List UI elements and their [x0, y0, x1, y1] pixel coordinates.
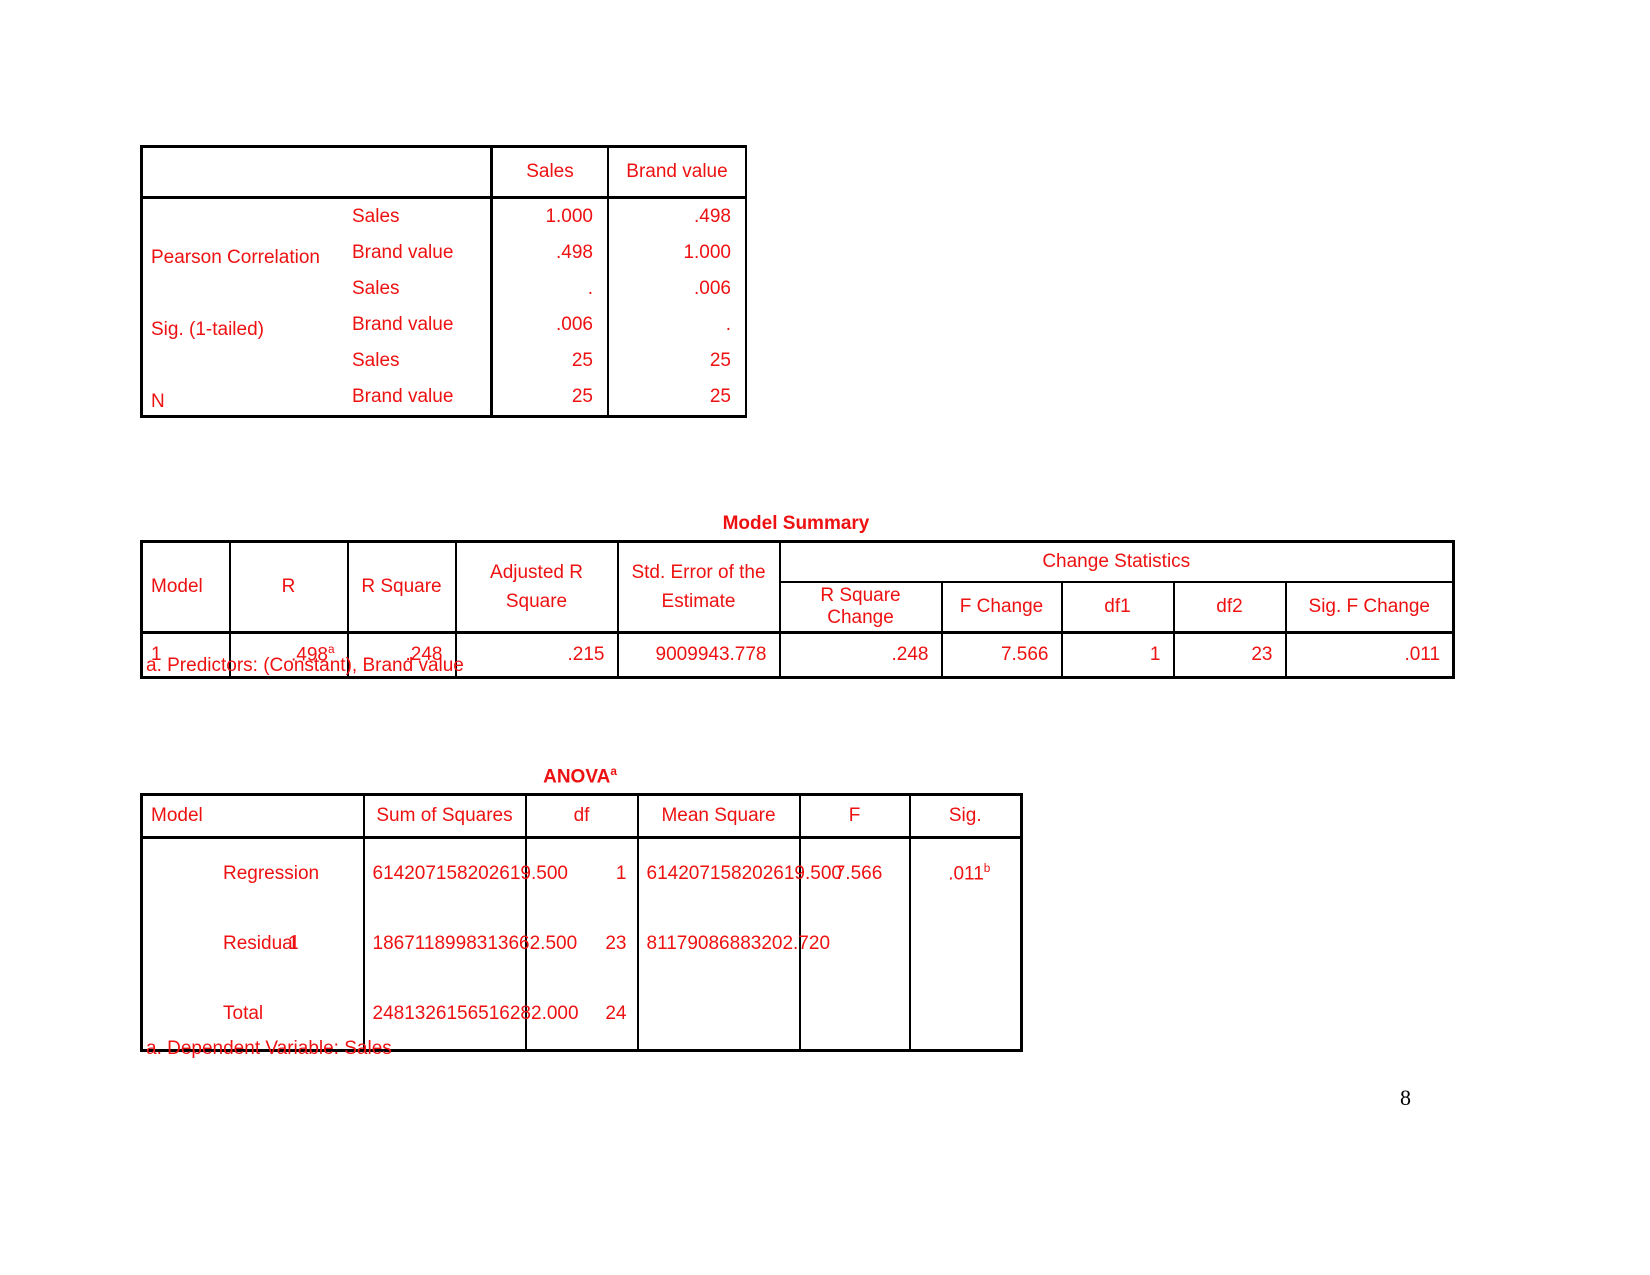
corr-value-brand: 25: [607, 379, 747, 417]
corr-value-sales: 25: [491, 379, 609, 417]
correlations-table: Sales Brand value Pearson Correlation Sa…: [140, 145, 747, 418]
ms-header-r-square: R Square: [347, 541, 457, 634]
ms-value-std-error: 9009943.778: [617, 632, 781, 678]
anova-sum-of-squares-regression: 614207158202619.500: [363, 837, 568, 909]
corr-value-brand: .498: [607, 197, 747, 235]
document-page: Sales Brand value Pearson Correlation Sa…: [0, 0, 1650, 1275]
ms-header-change-statistics: Change Statistics: [779, 541, 1454, 583]
ms-value-f-change: 7.566: [941, 632, 1063, 678]
correlations-table-container: Sales Brand value Pearson Correlation Sa…: [140, 145, 747, 418]
corr-value-brand: 25: [607, 343, 747, 379]
anova-sig-regression: .011b: [910, 838, 1022, 910]
anova-mean-square-regression: 614207158202619.500: [637, 837, 842, 909]
ms-header-adjusted-r-square: Adjusted R Square: [455, 541, 619, 634]
corr-header-sales: Sales: [491, 146, 609, 199]
anova-footnote: a. Dependent Variable: Sales: [146, 1038, 392, 1059]
anova-title: ANOVAa: [140, 765, 1020, 788]
table-header-row: Model Sum of Squares df Mean Square F Si…: [141, 794, 1022, 839]
table-row: Regression 614207158202619.500 1 6142071…: [141, 837, 1022, 910]
corr-header-blank: [141, 146, 493, 199]
anova-table: Model Sum of Squares df Mean Square F Si…: [140, 793, 1023, 1052]
corr-stat-sig: Sig. (1-tailed): [151, 319, 264, 340]
corr-var-label: Sales: [337, 343, 493, 379]
ms-value-df1: 1: [1061, 632, 1175, 678]
ms-header-df2: df2: [1173, 582, 1287, 634]
ms-header-std-error: Std. Error of the Estimate: [617, 541, 781, 634]
corr-value-sales: .: [491, 271, 609, 307]
anova-source-residual-label: Residual: [223, 933, 297, 954]
anova-header-sig: Sig.: [909, 794, 1022, 839]
model-summary-footnote: a. Predictors: (Constant), Brand value: [146, 655, 464, 676]
anova-header-model: Model: [141, 794, 365, 839]
anova-source-regression: Regression: [141, 837, 365, 909]
corr-stat-n: N: [151, 391, 165, 412]
corr-var-label: Brand value: [337, 379, 493, 417]
anova-table-container: Model Sum of Squares df Mean Square F Si…: [140, 793, 1023, 1052]
ms-header-df1: df1: [1061, 582, 1175, 634]
ms-value-r-square-change: .248: [779, 632, 943, 678]
corr-var-label: Brand value: [337, 235, 493, 271]
corr-stat-pearson: Pearson Correlation: [151, 247, 320, 268]
corr-header-brand-value: Brand value: [607, 146, 747, 199]
anova-sum-of-squares-residual: 1867118998313662.500: [363, 909, 577, 979]
ms-header-sig-f-change: Sig. F Change: [1285, 582, 1454, 634]
anova-header-f: F: [799, 794, 911, 839]
model-summary-title: Model Summary: [722, 513, 870, 534]
anova-sig-residual: [910, 909, 1022, 979]
anova-sig-total: [910, 979, 1022, 1051]
anova-header-sum-of-squares: Sum of Squares: [363, 794, 527, 839]
table-row: 1 Residual 1867118998313662.500 23 811790…: [141, 909, 1022, 979]
ms-header-f-change: F Change: [941, 582, 1063, 634]
anova-title-superscript: a: [610, 765, 617, 778]
corr-value-sales: .006: [491, 307, 609, 343]
anova-header-mean-square: Mean Square: [637, 794, 801, 839]
anova-mean-square-residual: 81179086883202.720: [637, 909, 830, 979]
ms-header-r: R: [229, 541, 349, 634]
corr-var-label: Brand value: [337, 307, 493, 343]
table-header-row: Model R R Square Adjusted R Square Std. …: [141, 541, 1454, 634]
corr-value-brand: 1.000: [607, 235, 747, 271]
anova-mean-square-total: [637, 979, 801, 1051]
corr-value-sales: .498: [491, 235, 609, 271]
anova-model-number: 1: [288, 933, 299, 954]
ms-value-adjusted-r-square: .215: [455, 632, 619, 678]
anova-sig-superscript: b: [983, 862, 991, 876]
table-row: Sig. (1-tailed) Sales . .006: [142, 271, 747, 340]
corr-value-brand: .006: [607, 271, 747, 307]
corr-value-sales: 25: [491, 343, 609, 379]
corr-value-brand: .: [607, 307, 747, 343]
table-row: Pearson Correlation Sales 1.000 .498: [142, 197, 747, 268]
corr-value-sales: 1.000: [491, 197, 609, 235]
anova-title-text: ANOVA: [543, 766, 611, 788]
page-number: 8: [1400, 1085, 1411, 1110]
ms-value-sig-f-change: .011: [1404, 644, 1441, 665]
anova-source-residual: 1 Residual: [141, 909, 365, 979]
anova-header-df: df: [525, 794, 639, 839]
ms-value-df2: 23: [1173, 632, 1287, 678]
corr-var-label: Sales: [337, 271, 493, 307]
ms-header-r-square-change: R Square Change: [779, 582, 943, 634]
corr-var-label: Sales: [337, 197, 493, 235]
table-row: N Sales 25 25: [142, 343, 747, 412]
table-header-row: Sales Brand value: [141, 146, 747, 199]
anova-sig-value: .011: [948, 863, 984, 885]
ms-header-model: Model: [141, 541, 231, 634]
anova-f-total: [799, 979, 911, 1051]
